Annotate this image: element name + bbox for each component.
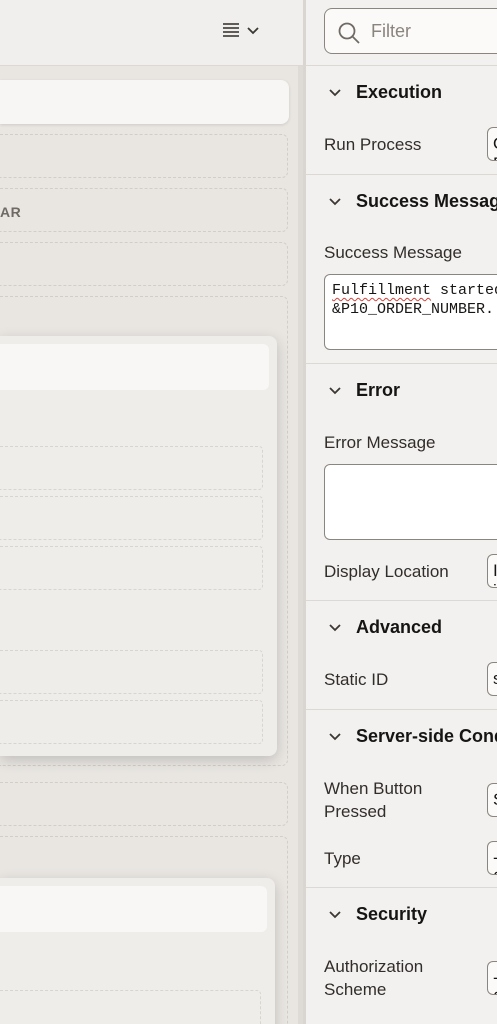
chevron-down-icon [328, 383, 342, 401]
type-select[interactable]: - Select - [487, 841, 497, 875]
section-title: Error [356, 380, 401, 400]
item-slot [0, 546, 263, 590]
section-advanced-header[interactable]: Advanced [306, 602, 497, 652]
authorization-scheme-label: Authorization [324, 957, 424, 976]
display-location-select[interactable]: Inline in Notification [487, 554, 497, 588]
when-button-label: When Button [324, 779, 423, 798]
run-process-select[interactable]: Once Per Page Visit (default) [487, 127, 497, 161]
display-location-label: Display Location [324, 562, 449, 581]
region-header-bar[interactable] [0, 80, 289, 124]
chevron-down-icon [328, 194, 342, 212]
section-server-side-condition: Server-side Condition When Button Presse… [306, 711, 497, 888]
chevron-down-icon [328, 620, 342, 638]
section-title: Server-side Condition [356, 726, 497, 746]
error-message-textarea[interactable] [324, 464, 497, 540]
filter-box[interactable] [324, 8, 497, 54]
section-execution-header[interactable]: Execution [306, 67, 497, 117]
drop-zone [0, 242, 288, 286]
layout-toolbar [0, 0, 303, 66]
chevron-down-icon [328, 85, 342, 103]
type-label: Type [324, 849, 361, 868]
region-card[interactable] [0, 878, 275, 1024]
success-message-label: Success Message [324, 243, 462, 262]
section-success-message-header[interactable]: Success Message [306, 176, 497, 226]
section-title: Execution [356, 82, 443, 102]
chevron-down-icon [328, 729, 342, 747]
item-slot [0, 990, 261, 1024]
when-button-label: Pressed [324, 802, 387, 821]
layout-menu-button[interactable] [214, 16, 268, 48]
section-title: Success Message [356, 191, 497, 211]
section-server-side-condition-header[interactable]: Server-side Condition [306, 711, 497, 761]
static-id-input[interactable]: start_fulfillment [487, 662, 497, 696]
chevron-down-icon [328, 907, 342, 925]
textarea-text: &P10_ORDER_NUMBER. [332, 301, 495, 318]
section-security: Security Authorization Scheme - Select - [306, 889, 497, 1024]
textarea-text: started for order [440, 282, 497, 299]
section-error: Error Error Message Display Location Inl… [306, 365, 497, 601]
region-card-header[interactable] [0, 886, 267, 932]
filter-bar [306, 0, 497, 66]
region-card[interactable] [0, 336, 277, 756]
item-slot [0, 446, 263, 490]
item-slot [0, 650, 263, 694]
item-slot [0, 700, 263, 744]
section-title: Security [356, 904, 428, 924]
region-card-header[interactable] [0, 344, 269, 390]
spellcheck-word: Fulfillment [332, 282, 432, 299]
section-success-message: Success Message Success Message Fulfillm… [306, 176, 497, 364]
when-button-select[interactable]: START_FULFILLMENT [487, 783, 497, 817]
region-position-label: AR [0, 204, 22, 220]
region-position[interactable]: AR [0, 188, 288, 232]
authorization-scheme-select[interactable]: - Select - [487, 961, 497, 995]
section-advanced: Advanced Static ID start_fulfillment [306, 602, 497, 710]
search-icon [337, 21, 361, 50]
layout-canvas: AR [0, 0, 303, 1024]
drop-zone [0, 782, 288, 826]
authorization-scheme-label: Scheme [324, 980, 387, 999]
drop-zone [0, 134, 288, 178]
item-slot [0, 496, 263, 540]
run-process-label: Run Process [324, 135, 422, 154]
section-security-header[interactable]: Security [306, 889, 497, 939]
section-execution: Execution Run Process Once Per Page Visi… [306, 67, 497, 175]
list-lines-icon [222, 22, 240, 43]
static-id-label: Static ID [324, 670, 389, 689]
section-title: Advanced [356, 617, 443, 637]
filter-input[interactable] [371, 18, 497, 44]
property-editor: Execution Run Process Once Per Page Visi… [306, 0, 497, 1024]
error-message-label: Error Message [324, 433, 436, 452]
section-error-header[interactable]: Error [306, 365, 497, 415]
success-message-textarea[interactable]: Fulfillment started for order &P10_ORDER… [324, 274, 497, 350]
chevron-down-icon [246, 23, 260, 41]
